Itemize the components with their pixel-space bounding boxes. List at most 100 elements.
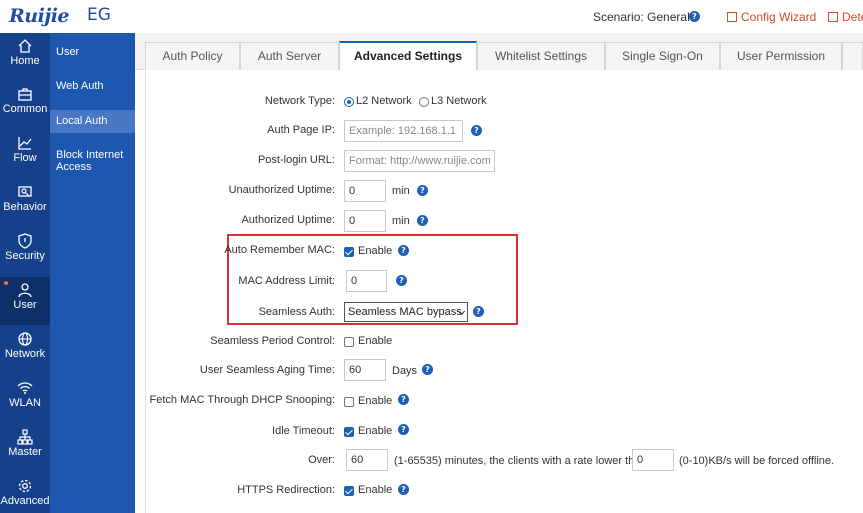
network-type-l3-label: L3 Network — [431, 95, 487, 107]
auth-page-ip-input[interactable] — [344, 120, 463, 142]
auth-page-ip-help-icon[interactable]: ? — [471, 125, 482, 136]
https-redirection-label: HTTPS Redirection: — [237, 484, 335, 496]
nav-label: Advanced — [0, 495, 50, 507]
fetch-mac-dhcp-help-icon[interactable]: ? — [398, 394, 409, 405]
config-wizard-link[interactable]: Config Wizard — [727, 10, 816, 24]
briefcase-icon — [18, 88, 32, 101]
post-login-url-input[interactable] — [344, 150, 495, 172]
nav-item-wlan[interactable]: WLAN — [0, 375, 50, 423]
nav-item-security[interactable]: Security — [0, 228, 50, 276]
seamless-auth-select[interactable]: Seamless MAC bypass — [344, 302, 468, 322]
behavior-icon — [18, 186, 32, 197]
fetch-mac-dhcp-label: Fetch MAC Through DHCP Snooping: — [149, 394, 335, 406]
nav-label: Home — [10, 55, 40, 67]
user-seamless-aging-time-label: User Seamless Aging Time: — [199, 364, 335, 376]
home-icon — [18, 39, 32, 53]
unauthorized-uptime-unit: min — [392, 185, 410, 197]
scenario-indicator: Scenario: General — [593, 10, 690, 24]
unauthorized-uptime-help-icon[interactable]: ? — [417, 185, 428, 196]
tab-overflow[interactable] — [842, 42, 863, 70]
unauthorized-uptime-input[interactable] — [344, 180, 386, 202]
brand-logo: Ruijie — [9, 5, 70, 27]
nav-item-common[interactable]: Common — [0, 81, 50, 129]
nav-item-advanced[interactable]: Advanced — [0, 473, 50, 513]
auto-remember-mac-help-icon[interactable]: ? — [398, 245, 409, 256]
main-content: Auth Policy Auth Server Advanced Setting… — [135, 33, 863, 513]
user-seamless-aging-time-help-icon[interactable]: ? — [422, 364, 433, 375]
wifi-icon — [17, 382, 33, 394]
idle-timeout-checkbox[interactable] — [344, 427, 354, 437]
config-wizard-label: Config Wizard — [741, 10, 817, 24]
nav-label: Behavior — [3, 201, 47, 213]
seamless-auth-select-value: Seamless MAC bypass — [348, 306, 462, 318]
chart-line-icon — [18, 137, 32, 150]
main-nav: Home Common Flow Behavior Security User … — [0, 33, 50, 513]
scenario-help-icon[interactable]: ? — [689, 11, 700, 22]
over-minutes-text: (1-65535) minutes, the clients with a ra… — [394, 455, 647, 467]
authorized-uptime-help-icon[interactable]: ? — [417, 215, 428, 226]
fetch-mac-dhcp-enable-label: Enable — [358, 395, 393, 407]
sub-nav: User Web Auth Local Auth Block Internet … — [50, 33, 135, 513]
detect-icon — [828, 12, 838, 22]
over-rate-text: (0-10)KB/s will be forced offline. — [679, 455, 835, 467]
post-login-url-label: Post-login URL: — [257, 154, 335, 166]
idle-timeout-help-icon[interactable]: ? — [398, 424, 409, 435]
subnav-item-user[interactable]: User — [50, 46, 135, 58]
nav-label: Security — [5, 250, 45, 262]
tab-bar: Auth Policy Auth Server Advanced Setting… — [135, 33, 863, 71]
gear-icon — [18, 479, 32, 493]
over-rate-input[interactable] — [632, 449, 674, 471]
tab-user-permission[interactable]: User Permission — [720, 42, 842, 70]
tab-whitelist-settings[interactable]: Whitelist Settings — [477, 42, 605, 70]
notification-dot — [4, 281, 8, 285]
mac-address-limit-help-icon[interactable]: ? — [396, 275, 407, 286]
network-type-l3-radio[interactable] — [419, 97, 429, 107]
nav-label: Flow — [13, 152, 37, 164]
mac-address-limit-label: MAC Address Limit: — [238, 275, 335, 287]
nav-item-master[interactable]: Master — [0, 424, 50, 472]
advanced-settings-form: Network Type: L2 Network L3 Network Auth… — [145, 70, 863, 513]
user-seamless-aging-time-unit: Days — [392, 365, 418, 377]
idle-timeout-label: Idle Timeout: — [272, 425, 335, 437]
network-type-label: Network Type: — [264, 95, 335, 107]
wizard-icon — [727, 12, 737, 22]
tab-auth-server[interactable]: Auth Server — [240, 42, 339, 70]
nav-label: User — [13, 299, 37, 311]
nav-item-behavior[interactable]: Behavior — [0, 179, 50, 227]
user-seamless-aging-time-input[interactable] — [344, 359, 386, 381]
network-type-l2-radio[interactable] — [344, 97, 354, 107]
auto-remember-mac-label: Auto Remember MAC: — [224, 244, 335, 256]
user-icon — [18, 283, 32, 298]
tab-single-sign-on[interactable]: Single Sign-On — [605, 42, 720, 70]
nav-label: WLAN — [9, 397, 41, 409]
subnav-item-local-auth[interactable]: Local Auth — [50, 110, 135, 133]
globe-icon — [18, 332, 32, 346]
auto-remember-mac-enable-label: Enable — [358, 245, 393, 257]
nav-label: Common — [2, 103, 48, 115]
over-minutes-input[interactable] — [346, 449, 388, 471]
mac-address-limit-input[interactable] — [346, 270, 387, 292]
seamless-auth-help-icon[interactable]: ? — [473, 306, 484, 317]
seamless-period-control-checkbox[interactable] — [344, 337, 354, 347]
https-redirection-help-icon[interactable]: ? — [398, 484, 409, 495]
seamless-auth-label: Seamless Auth: — [258, 306, 335, 318]
nav-item-user[interactable]: User — [0, 277, 50, 325]
tab-advanced-settings[interactable]: Advanced Settings — [339, 41, 477, 71]
https-redirection-checkbox[interactable] — [344, 486, 354, 496]
authorized-uptime-unit: min — [392, 215, 410, 227]
tab-auth-policy[interactable]: Auth Policy — [145, 42, 240, 70]
auto-remember-mac-checkbox[interactable] — [344, 247, 354, 257]
nav-item-home[interactable]: Home — [0, 33, 50, 81]
seamless-period-control-enable-label: Enable — [358, 335, 393, 347]
detect-link[interactable]: Dete — [828, 10, 863, 24]
subnav-item-web-auth[interactable]: Web Auth — [50, 80, 135, 92]
subnav-item-block-internet-access[interactable]: Block Internet Access — [50, 149, 130, 173]
device-model: EG — [87, 5, 111, 25]
over-label: Over: — [308, 454, 335, 466]
shield-icon — [18, 233, 32, 249]
nav-item-network[interactable]: Network — [0, 326, 50, 374]
authorized-uptime-input[interactable] — [344, 210, 386, 232]
seamless-period-control-label: Seamless Period Control: — [210, 335, 335, 347]
nav-item-flow[interactable]: Flow — [0, 130, 50, 178]
fetch-mac-dhcp-checkbox[interactable] — [344, 397, 354, 407]
